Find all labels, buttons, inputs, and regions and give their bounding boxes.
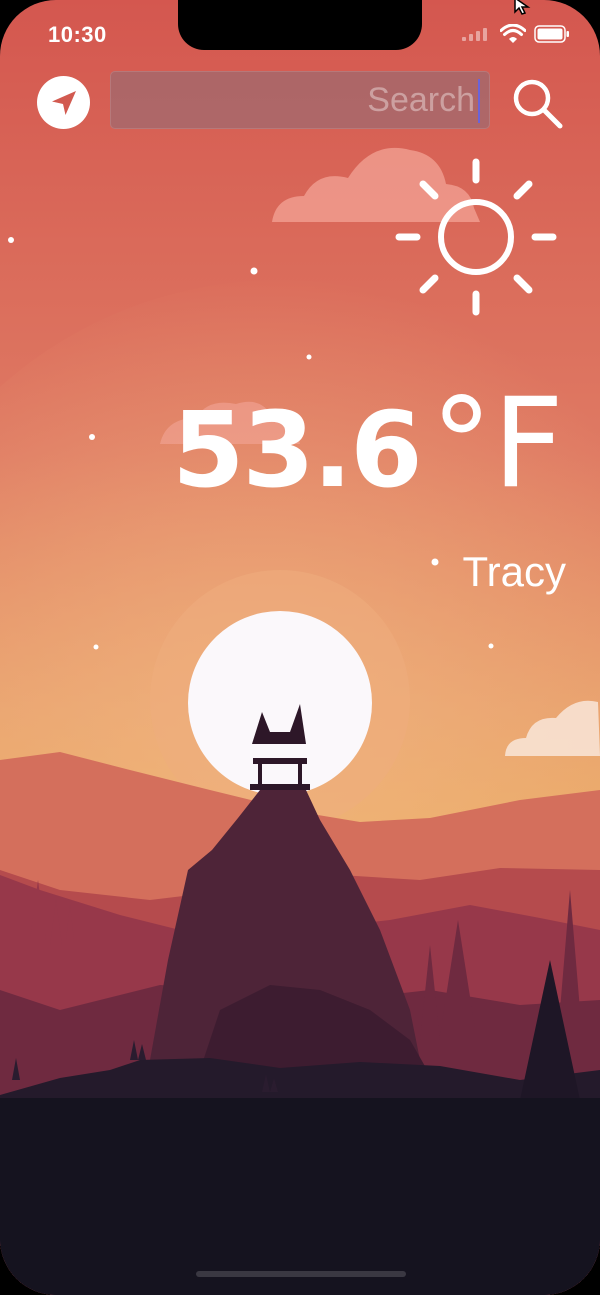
cellular-signal-icon: [462, 28, 487, 41]
star: [250, 267, 258, 275]
mouse-cursor-icon: [514, 0, 531, 15]
star: [93, 644, 99, 650]
star: [89, 434, 95, 440]
wifi-icon: [500, 24, 526, 43]
star: [488, 643, 494, 649]
search-field[interactable]: [110, 71, 490, 129]
temperature-unit: °F: [430, 372, 564, 516]
navigation-arrow-icon: [51, 90, 76, 115]
temperature-value: 53.6: [172, 389, 423, 511]
device-notch: [178, 0, 422, 50]
sun-icon: [395, 158, 557, 316]
star: [306, 354, 312, 360]
city-name: Tracy: [462, 548, 566, 595]
status-time: 10:30: [48, 22, 107, 47]
battery-icon: [534, 25, 569, 43]
magnifier-icon[interactable]: [510, 76, 564, 130]
star: [8, 237, 14, 243]
setting-sun: [188, 611, 372, 795]
phone-screen: 10:30 Search 53.6 °F Tracy: [0, 0, 600, 1295]
star: [431, 558, 439, 566]
current-location-button[interactable]: [37, 76, 90, 129]
search-input[interactable]: [111, 72, 489, 128]
temperature-readout: 53.6 °F: [172, 372, 564, 516]
status-indicators: [462, 24, 570, 44]
text-caret: [478, 79, 480, 123]
home-indicator[interactable]: [196, 1271, 406, 1277]
